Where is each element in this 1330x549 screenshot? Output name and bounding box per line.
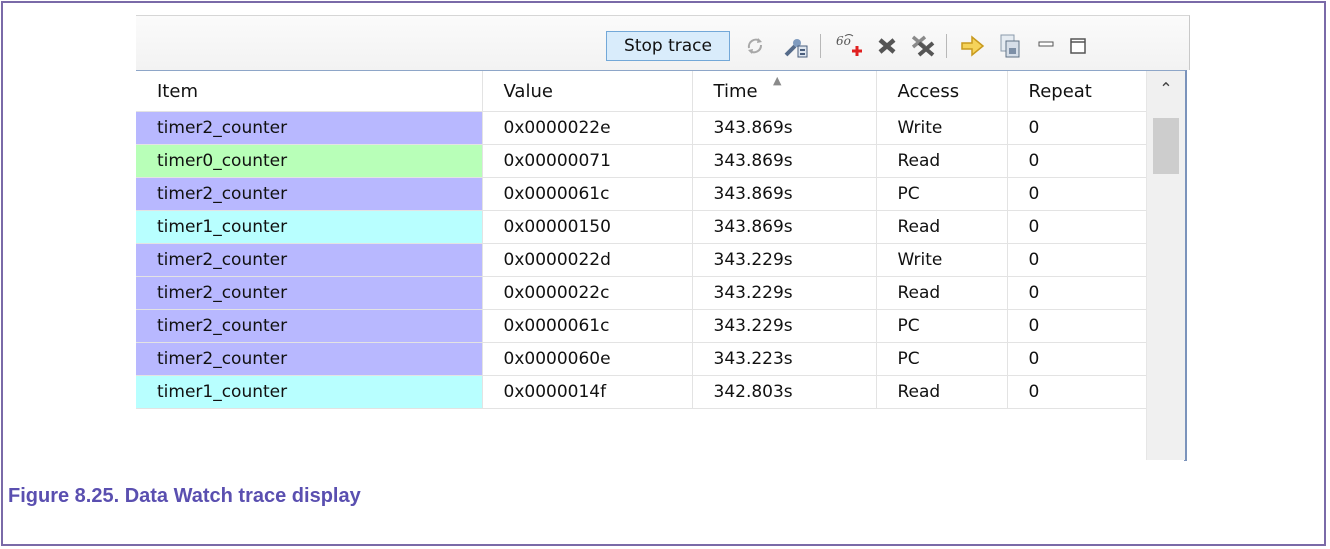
cell-item: timer2_counter bbox=[136, 342, 483, 376]
cell-access: Read bbox=[876, 144, 1008, 178]
copy-icon[interactable] bbox=[995, 30, 1025, 62]
cell-access: PC bbox=[876, 342, 1008, 376]
table-row[interactable]: timer2_counter 0x0000022d 343.229s Write 0 bbox=[136, 243, 1147, 277]
cell-repeat: 0 bbox=[1007, 276, 1147, 310]
column-header-access[interactable]: Access bbox=[876, 71, 1008, 112]
stop-trace-button[interactable]: Stop trace bbox=[606, 31, 730, 61]
column-header-repeat[interactable]: Repeat bbox=[1007, 71, 1147, 112]
figure-frame: Stop trace 6o Item Value ▲ Time Access R… bbox=[1, 1, 1326, 546]
cell-time: 343.869s bbox=[692, 177, 877, 211]
cell-time: 343.869s bbox=[692, 111, 877, 145]
search-device-icon[interactable] bbox=[781, 30, 811, 62]
minimize-icon[interactable] bbox=[1031, 30, 1061, 62]
maximize-icon[interactable] bbox=[1063, 30, 1093, 62]
cell-access: PC bbox=[876, 177, 1008, 211]
cell-time: 343.229s bbox=[692, 243, 877, 277]
cell-value: 0x00000071 bbox=[482, 144, 693, 178]
cell-item: timer1_counter bbox=[136, 375, 483, 409]
cell-time: 343.229s bbox=[692, 309, 877, 343]
cell-access: PC bbox=[876, 309, 1008, 343]
cell-value: 0x0000061c bbox=[482, 309, 693, 343]
cell-item: timer2_counter bbox=[136, 177, 483, 211]
scroll-up-icon[interactable]: ⌃ bbox=[1147, 79, 1185, 101]
toolbar-separator bbox=[820, 34, 821, 58]
column-header-value[interactable]: Value bbox=[482, 71, 693, 112]
table-row[interactable]: timer0_counter 0x00000071 343.869s Read 0 bbox=[136, 144, 1147, 178]
cell-item: timer1_counter bbox=[136, 210, 483, 244]
cell-repeat: 0 bbox=[1007, 309, 1147, 343]
cell-repeat: 0 bbox=[1007, 111, 1147, 145]
cell-access: Read bbox=[876, 375, 1008, 409]
table-row[interactable]: timer2_counter 0x0000060e 343.223s PC 0 bbox=[136, 342, 1147, 376]
column-header-time-label: Time bbox=[713, 80, 758, 102]
cell-time: 343.229s bbox=[692, 276, 877, 310]
remove-icon[interactable] bbox=[872, 30, 902, 62]
cell-value: 0x0000061c bbox=[482, 177, 693, 211]
toolbar-separator bbox=[946, 34, 947, 58]
add-trace-icon[interactable]: 6o bbox=[834, 30, 864, 62]
cell-repeat: 0 bbox=[1007, 177, 1147, 211]
cell-value: 0x0000014f bbox=[482, 375, 693, 409]
view-toolbar: Stop trace 6o bbox=[136, 15, 1190, 70]
figure-caption: Figure 8.25. Data Watch trace display bbox=[8, 485, 361, 507]
trace-table-container: Item Value ▲ Time Access Repeat timer2_co… bbox=[136, 70, 1187, 461]
cell-repeat: 0 bbox=[1007, 210, 1147, 244]
trace-table: Item Value ▲ Time Access Repeat timer2_co… bbox=[136, 71, 1147, 409]
cell-value: 0x0000022e bbox=[482, 111, 693, 145]
table-row[interactable]: timer2_counter 0x0000061c 343.229s PC 0 bbox=[136, 309, 1147, 343]
cell-time: 343.869s bbox=[692, 144, 877, 178]
column-header-item[interactable]: Item bbox=[136, 71, 483, 112]
cell-value: 0x00000150 bbox=[482, 210, 693, 244]
vertical-scrollbar[interactable]: ⌃ bbox=[1146, 71, 1185, 460]
cell-repeat: 0 bbox=[1007, 342, 1147, 376]
table-header-row: Item Value ▲ Time Access Repeat bbox=[136, 71, 1147, 112]
scrollbar-thumb[interactable] bbox=[1153, 118, 1179, 174]
cell-repeat: 0 bbox=[1007, 375, 1147, 409]
svg-text:6o: 6o bbox=[836, 34, 851, 48]
cell-time: 343.223s bbox=[692, 342, 877, 376]
cell-value: 0x0000060e bbox=[482, 342, 693, 376]
cell-time: 343.869s bbox=[692, 210, 877, 244]
table-row[interactable]: timer2_counter 0x0000022e 343.869s Write 0 bbox=[136, 111, 1147, 145]
cell-item: timer2_counter bbox=[136, 111, 483, 145]
cell-access: Write bbox=[876, 111, 1008, 145]
sort-ascending-icon: ▲ bbox=[773, 74, 782, 87]
cell-item: timer2_counter bbox=[136, 243, 483, 277]
cell-value: 0x0000022d bbox=[482, 243, 693, 277]
column-header-time[interactable]: ▲ Time bbox=[692, 71, 877, 112]
table-row[interactable]: timer2_counter 0x0000061c 343.869s PC 0 bbox=[136, 177, 1147, 211]
data-watch-trace-view: Stop trace 6o Item Value ▲ Time Access R… bbox=[136, 15, 1194, 461]
table-row[interactable]: timer1_counter 0x00000150 343.869s Read 0 bbox=[136, 210, 1147, 244]
export-icon[interactable] bbox=[958, 30, 988, 62]
sync-icon[interactable] bbox=[740, 30, 770, 62]
cell-repeat: 0 bbox=[1007, 243, 1147, 277]
cell-access: Write bbox=[876, 243, 1008, 277]
cell-item: timer2_counter bbox=[136, 309, 483, 343]
cell-access: Read bbox=[876, 276, 1008, 310]
table-row[interactable]: timer2_counter 0x0000022c 343.229s Read 0 bbox=[136, 276, 1147, 310]
cell-item: timer0_counter bbox=[136, 144, 483, 178]
cell-time: 342.803s bbox=[692, 375, 877, 409]
cell-item: timer2_counter bbox=[136, 276, 483, 310]
remove-all-icon[interactable] bbox=[908, 30, 938, 62]
table-row[interactable]: timer1_counter 0x0000014f 342.803s Read 0 bbox=[136, 375, 1147, 409]
cell-access: Read bbox=[876, 210, 1008, 244]
cell-value: 0x0000022c bbox=[482, 276, 693, 310]
cell-repeat: 0 bbox=[1007, 144, 1147, 178]
